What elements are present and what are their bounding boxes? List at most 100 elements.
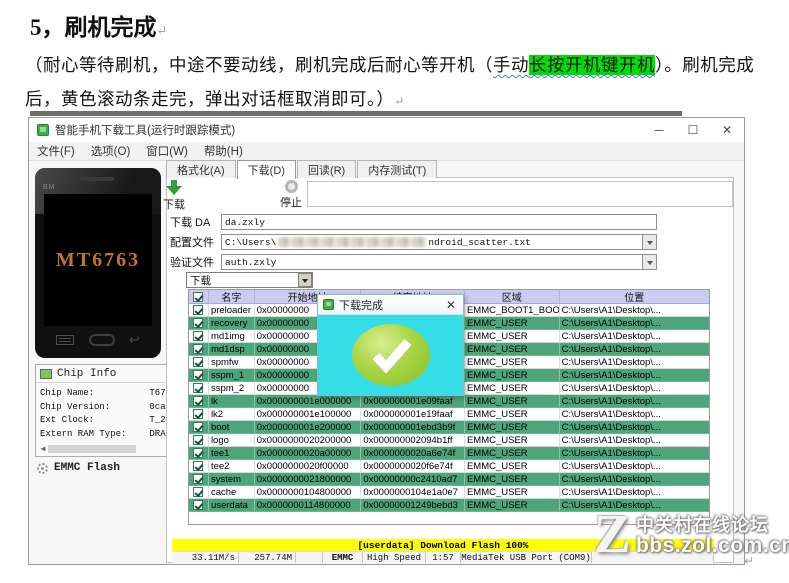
minimize-button[interactable]: ─ (642, 118, 676, 142)
scene-dropdown[interactable]: 下载 (186, 272, 313, 288)
table-row-lk2[interactable]: lk2 0x000000001e100000 0x000000001e19faaf E… (189, 408, 709, 421)
status-cell-7 (592, 552, 714, 563)
cell-end-address: 0x00000000c2410ad7 (361, 473, 465, 485)
field-input-auth[interactable]: auth.zxly (221, 254, 643, 270)
cell-location: C:\Users\A1\Desktop\... (561, 408, 661, 420)
table-row-tee2[interactable]: tee2 0x0000000020f00000 0x0000000020f6e74f… (189, 460, 709, 473)
path-prefix: C:\Users\ (225, 236, 277, 248)
row-checkbox[interactable] (193, 461, 204, 471)
row-checkbox-cell (189, 486, 209, 498)
cell-location: C:\Users\A1\Desktop\... (561, 395, 661, 407)
chip-info-label: Ext Clock: (40, 415, 95, 425)
path-suffix: ndroid_scatter.txt (428, 236, 531, 248)
paragraph-segment: （耐心等待刷机，中途不要动线，刷机完成后耐心等开机（ (25, 55, 493, 75)
dialog-close-button[interactable]: ✕ (439, 298, 463, 312)
cell-location: C:\Users\A1\Desktop\... (561, 330, 661, 342)
table-row-logo[interactable]: logo 0x0000000020200000 0x000000002094b1ff… (189, 434, 709, 447)
row-checkbox[interactable] (193, 448, 204, 458)
cell-start-address: 0x0000000020200000 (255, 434, 362, 446)
select-all-checkbox[interactable] (193, 291, 204, 302)
row-checkbox[interactable] (193, 370, 204, 380)
cell-region: EMMC_USER (465, 434, 560, 446)
chip-info-row: Ext Clock: T_26 (40, 414, 171, 428)
menu-item-w[interactable]: 窗口(W) (138, 143, 196, 159)
paragraph-segment: ↵ (394, 94, 405, 108)
chip-info-hscrollbar[interactable]: ◀ ▶ (38, 444, 185, 454)
row-checkbox[interactable] (193, 318, 204, 328)
cell-location: C:\Users\A1\Desktop\... (561, 434, 661, 446)
cell-region: EMMC_USER (465, 460, 560, 472)
hscroll-thumb[interactable] (48, 445, 136, 453)
row-checkbox[interactable] (193, 409, 204, 419)
phone-preview: BM MT6763 ↩ (35, 168, 161, 358)
row-checkbox[interactable] (193, 487, 204, 497)
row-checkbox[interactable] (193, 305, 204, 315)
phone-chip-label: MT6763 (55, 248, 141, 271)
doc-paragraph: （耐心等待刷机，中途不要动线，刷机完成后耐心等开机（手动长按开机键开机）。刷机完… (25, 48, 770, 118)
table-row-boot[interactable]: boot 0x000000001e200000 0x000000001ebd3b9f… (189, 421, 709, 434)
cell-name: recovery (209, 317, 255, 329)
cell-region: EMMC_USER (465, 382, 560, 394)
table-row-cache[interactable]: cache 0x0000000104800000 0x0000000104e1a0e… (189, 486, 709, 499)
chip-info-title: Chip Info (57, 367, 117, 380)
download-complete-dialog: 下载完成 ✕ (317, 294, 464, 396)
row-checkbox-cell (189, 473, 209, 485)
row-checkbox[interactable] (193, 422, 204, 432)
row-checkbox[interactable] (193, 474, 204, 484)
row-checkbox[interactable] (193, 435, 204, 445)
tab-r[interactable]: 回读(R) (296, 160, 357, 178)
download-button[interactable]: 下载 (148, 180, 200, 212)
menu-item-o[interactable]: 选项(O) (83, 143, 139, 159)
row-checkbox-cell (189, 499, 209, 511)
row-checkbox-cell (189, 317, 209, 329)
field-label: 下载 DA (170, 217, 211, 229)
table-row-system[interactable]: system 0x0000000021800000 0x00000000c2410a… (189, 473, 709, 486)
row-checkbox[interactable] (193, 500, 204, 510)
field-input-da[interactable]: da.zxly (221, 214, 657, 230)
dialog-title: 下载完成 (339, 299, 383, 312)
tab-d[interactable]: 下载(D) (236, 160, 296, 179)
cell-location: C:\Users\A1\Desktop\... (561, 369, 661, 381)
stop-button[interactable]: 停止 (265, 180, 317, 212)
cell-name: tee1 (209, 447, 255, 459)
dialog-titlebar[interactable]: 下载完成 ✕ (318, 295, 463, 315)
close-button[interactable]: ✕ (710, 118, 744, 142)
table-row-tee1[interactable]: tee1 0x0000000020a00000 0x0000000020a6e74f… (189, 447, 709, 460)
row-checkbox[interactable] (193, 383, 204, 393)
row-checkbox-cell (189, 369, 209, 381)
cell-end-address: 0x000000002094b1ff (361, 434, 465, 446)
combo-dropdown-icon[interactable] (643, 254, 657, 270)
row-checkbox[interactable] (193, 344, 204, 354)
row-checkbox[interactable] (193, 331, 204, 341)
window-titlebar[interactable]: 智能手机下载工具(运行时跟踪模式) ─ ☐ ✕ (29, 118, 744, 142)
status-bar: 33.11M/s 257.74M EMMC High Speed 1:57 MediaTe… (172, 551, 714, 563)
cell-start-address: 0x0000000021800000 (255, 473, 362, 485)
menu-item-f[interactable]: 文件(F) (29, 143, 83, 159)
table-row-userdata[interactable]: userdata 0x0000000114800000 0x00000001249b… (189, 499, 709, 512)
row-checkbox[interactable] (193, 357, 204, 367)
cell-name: sspm_1 (209, 369, 255, 381)
row-checkbox[interactable] (193, 396, 204, 406)
cell-name: md1img (209, 330, 255, 342)
menu-item-h[interactable]: 帮助(H) (196, 143, 251, 159)
combo-dropdown-icon[interactable] (643, 234, 657, 250)
page: 5，刷机完成↵ （耐心等待刷机，中途不要动线，刷机完成后耐心等开机（手动长按开机… (0, 0, 789, 583)
cell-start-address: 0x000000001e100000 (255, 408, 362, 420)
tab-t[interactable]: 内存测试(T) (357, 160, 438, 178)
phone-menu-icon (56, 335, 75, 345)
field-input-scatter[interactable]: C:\Users\ ndroid_scatter.txt (221, 234, 643, 250)
maximize-button[interactable]: ☐ (676, 118, 710, 142)
cell-name: md1dsp (209, 343, 255, 355)
paragraph-segment: 手动 (493, 55, 529, 75)
cell-location: C:\Users\A1\Desktop\... (561, 382, 661, 394)
highlighted-phrase: 长按开机键开机 (529, 55, 655, 75)
chip-info-row: Extern RAM Type: DRAM (40, 428, 171, 442)
scroll-left-icon[interactable]: ◀ (38, 444, 48, 454)
dropdown-arrow-icon[interactable] (298, 273, 312, 287)
cell-start-address: 0x0000000020a00000 (255, 447, 362, 459)
cell-name: system (209, 473, 255, 485)
download-arrow-icon (166, 180, 182, 195)
table-row-lk[interactable]: lk 0x000000001e000000 0x000000001e09faaf EM… (189, 395, 709, 408)
tab-a[interactable]: 格式化(A) (166, 160, 236, 178)
flash-type-row: EMMC Flash (37, 462, 120, 474)
